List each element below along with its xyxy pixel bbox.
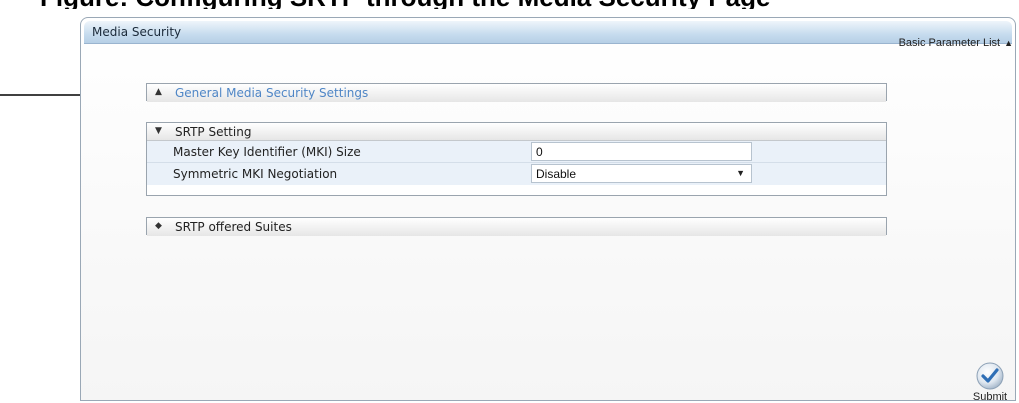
param-row-mki-size: Master Key Identifier (MKI) Size 0 (147, 141, 886, 163)
checkmark-icon (976, 362, 1004, 390)
submit-label: Submit (972, 391, 1008, 403)
group-header-srtp-setting[interactable]: ▼ SRTP Setting (147, 123, 886, 141)
diamond-icon: ◆ (155, 221, 162, 231)
group-label: SRTP offered Suites (175, 220, 292, 234)
param-label: Master Key Identifier (MKI) Size (173, 145, 361, 159)
media-security-panel: Media Security (80, 17, 1016, 401)
group-srtp-offered-suites: ◆ SRTP offered Suites (146, 217, 887, 236)
basic-parameter-list-toggle[interactable]: Basic Parameter List ▲ (899, 37, 1013, 49)
caption-text: Figure: Configuring SRTP through the Med… (40, 0, 980, 9)
triangle-down-icon: ▼ (155, 126, 162, 136)
param-row-symmetric-mki: Symmetric MKI Negotiation Disable ▼ (147, 163, 886, 185)
cropped-caption: Figure: Configuring SRTP through the Med… (0, 0, 1019, 9)
group-general-media-security: ▲ General Media Security Settings (146, 83, 887, 102)
group-header-general-media-security[interactable]: ▲ General Media Security Settings (147, 84, 886, 102)
param-list-label: Basic Parameter List (898, 37, 1001, 49)
group-label: SRTP Setting (175, 125, 252, 139)
mki-size-input[interactable]: 0 (531, 142, 752, 161)
chevron-down-icon: ▼ (736, 168, 745, 178)
param-label: Symmetric MKI Negotiation (173, 167, 338, 181)
symmetric-mki-select[interactable]: Disable ▼ (531, 164, 752, 183)
group-header-srtp-offered-suites[interactable]: ◆ SRTP offered Suites (147, 218, 886, 236)
group-srtp-setting: ▼ SRTP Setting Master Key Identifier (MK… (146, 122, 887, 196)
panel-title: Media Security (92, 25, 182, 39)
triangle-up-icon: ▲ (1004, 38, 1013, 48)
select-value: Disable (536, 167, 577, 181)
panel-header: Media Security (84, 21, 1012, 44)
triangle-up-icon: ▲ (155, 87, 162, 97)
submit-button[interactable]: Submit (970, 362, 1010, 403)
group-label: General Media Security Settings (175, 86, 369, 100)
